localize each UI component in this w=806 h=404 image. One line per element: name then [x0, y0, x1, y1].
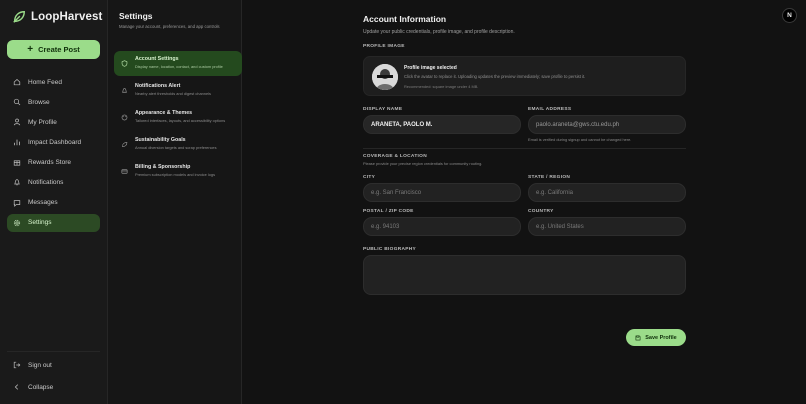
bell-icon: [14, 179, 20, 186]
brand[interactable]: LoopHarvest: [12, 10, 102, 24]
sidebar-item-label: Notifications: [28, 178, 64, 186]
leaf-logo-icon: [13, 11, 25, 23]
sign-out-button[interactable]: Sign out: [7, 356, 100, 374]
settings-item-appearance[interactable]: Appearance & Themes Tailored interfaces,…: [114, 105, 242, 130]
settings-item-label: Billing & Sponsorship: [135, 164, 191, 170]
user-icon: [13, 118, 21, 126]
chart-icon: [14, 139, 20, 146]
state-input[interactable]: e.g. California: [528, 183, 686, 202]
sidebar-item-label: My Profile: [28, 118, 57, 126]
sidebar-item-my-profile[interactable]: My Profile: [7, 113, 100, 131]
display-name-field[interactable]: ARANETA, PAOLO M.: [363, 115, 521, 134]
plus-icon: +: [27, 43, 34, 55]
sign-out-label: Sign out: [28, 361, 52, 369]
settings-item-sub: Tailored interfaces, layouts, and access…: [135, 118, 226, 123]
settings-item-notifications[interactable]: Notifications Alert Nearby alert thresho…: [114, 78, 242, 103]
profile-avatar[interactable]: [372, 64, 398, 90]
bio-label: PUBLIC BIOGRAPHY: [363, 247, 417, 252]
search-icon: [13, 98, 21, 106]
palette-icon: [121, 114, 128, 121]
profile-image-note: Recommended: square image under 4 MB.: [404, 84, 479, 89]
settings-item-sub: Display name, location, contact, and cus…: [135, 64, 223, 69]
sidebar: LoopHarvest + Create Post Home Feed Brow…: [0, 0, 108, 404]
sign-out-icon: [13, 361, 21, 369]
create-post-button[interactable]: + Create Post: [7, 40, 100, 59]
save-profile-button[interactable]: Save Profile: [626, 329, 686, 346]
home-icon: [13, 78, 21, 86]
settings-item-billing[interactable]: Billing & Sponsorship Premium subscripti…: [114, 159, 242, 184]
page-title: Account Information: [363, 14, 447, 24]
country-label: COUNTRY: [528, 209, 554, 214]
sidebar-item-label: Home Feed: [28, 78, 62, 86]
city-input[interactable]: e.g. San Francisco: [363, 183, 521, 202]
profile-image-desc: Click the avatar to replace it. Uploadin…: [404, 74, 586, 79]
profile-image-label: PROFILE IMAGE: [363, 44, 405, 49]
shield-icon: [121, 60, 128, 67]
page-subtitle: Update your public credentials, profile …: [363, 29, 515, 35]
sidebar-item-label: Settings: [28, 219, 52, 227]
email-field: paolo.araneta@gws.ctu.edu.ph: [528, 115, 686, 134]
gift-icon: [13, 160, 21, 166]
profile-image-card: Profile image selected Click the avatar …: [363, 56, 686, 96]
collapse-button[interactable]: Collapse: [7, 378, 100, 396]
email-hint: Email is verified during signup and cann…: [528, 137, 632, 142]
settings-item-label: Notifications Alert: [135, 83, 181, 89]
settings-item-account[interactable]: Account Settings Display name, location,…: [114, 51, 242, 76]
postal-label: POSTAL / ZIP CODE: [363, 209, 414, 214]
sidebar-item-home-feed[interactable]: Home Feed: [7, 73, 100, 91]
email-label: EMAIL ADDRESS: [528, 107, 572, 112]
settings-description: Manage your account, preferences, and ap…: [119, 24, 220, 29]
gear-icon: [13, 219, 21, 226]
settings-panel: Settings Manage your account, preference…: [108, 0, 242, 404]
section-divider: [363, 148, 686, 149]
leaf-icon: [122, 142, 128, 147]
sidebar-item-browse[interactable]: Browse: [7, 93, 100, 111]
settings-item-sub: Nearby alert thresholds and digest chann…: [135, 91, 211, 96]
sidebar-item-label: Rewards Store: [28, 158, 71, 166]
save-icon: [635, 335, 641, 340]
profile-photo-icon: [372, 64, 398, 90]
user-avatar[interactable]: N: [782, 8, 797, 23]
save-profile-label: Save Profile: [645, 334, 677, 341]
sidebar-item-label: Messages: [28, 199, 58, 207]
sidebar-nav: Home Feed Browse My Profile Impact Dashb…: [7, 73, 100, 234]
collapse-label: Collapse: [28, 383, 54, 391]
settings-item-label: Sustainability Goals: [135, 137, 186, 143]
country-input[interactable]: e.g. United States: [528, 217, 686, 236]
brand-name: LoopHarvest: [31, 11, 103, 23]
coverage-title: COVERAGE & LOCATION: [363, 154, 427, 159]
settings-item-label: Account Settings: [135, 56, 179, 62]
account-information-panel: Account Information Update your public c…: [363, 14, 686, 346]
postal-input[interactable]: e.g. 94103: [363, 217, 521, 236]
sidebar-item-label: Browse: [28, 98, 50, 106]
bell-icon: [122, 88, 127, 93]
profile-image-title: Profile image selected: [404, 65, 457, 71]
city-label: CITY: [363, 175, 376, 180]
create-post-label: Create Post: [38, 45, 80, 54]
sidebar-item-messages[interactable]: Messages: [7, 194, 100, 212]
sidebar-item-rewards-store[interactable]: Rewards Store: [7, 153, 100, 171]
settings-item-sub: Annual diversion targets and scrap prefe…: [135, 145, 217, 150]
state-label: STATE / REGION: [528, 175, 571, 180]
bio-textarea[interactable]: [363, 255, 686, 295]
settings-item-label: Appearance & Themes: [135, 110, 193, 116]
display-name-label: DISPLAY NAME: [363, 107, 403, 112]
sidebar-bottom: Sign out Collapse: [7, 351, 100, 400]
settings-menu: Account Settings Display name, location,…: [114, 51, 242, 186]
settings-item-sustainability[interactable]: Sustainability Goals Annual diversion ta…: [114, 132, 242, 157]
settings-item-sub: Premium subscription models and invoice …: [135, 172, 216, 177]
sidebar-item-settings[interactable]: Settings: [7, 213, 100, 232]
settings-title: Settings: [119, 11, 153, 21]
sidebar-item-notifications[interactable]: Notifications: [7, 173, 100, 191]
main-content: N Account Information Update your public…: [242, 0, 806, 404]
sidebar-item-impact-dashboard[interactable]: Impact Dashboard: [7, 133, 100, 151]
message-icon: [13, 199, 21, 207]
sidebar-item-label: Impact Dashboard: [28, 138, 82, 146]
card-icon: [121, 169, 128, 174]
coverage-desc: Please provide your precise region crede…: [363, 161, 483, 166]
chevron-left-icon: [14, 384, 19, 390]
